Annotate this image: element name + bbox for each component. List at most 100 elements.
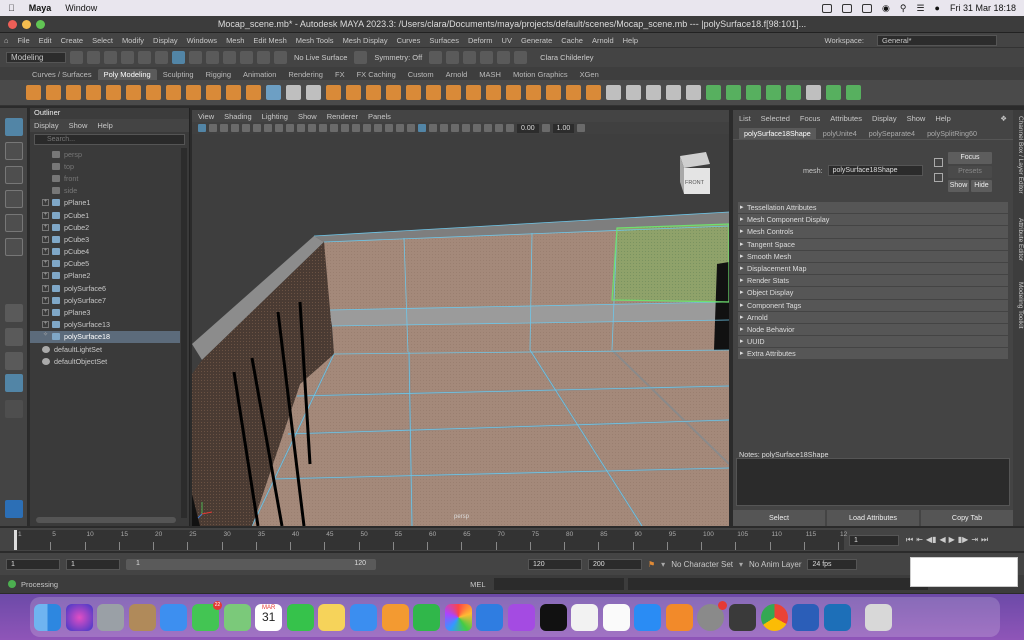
play-forward-icon[interactable]: ▶	[949, 535, 955, 545]
trash-icon[interactable]	[865, 603, 893, 631]
append-polygon-icon[interactable]	[466, 85, 481, 100]
outliner-item-pcube3[interactable]: + pCube3	[30, 233, 180, 245]
ae-menu-focus[interactable]: Focus	[800, 114, 820, 123]
pin-icon[interactable]: ❖	[1000, 114, 1007, 123]
side-tab-modeling-toolkit[interactable]: Modeling Toolkit	[1013, 282, 1024, 329]
outliner-vertical-scrollbar[interactable]	[181, 148, 187, 518]
ambient-occlusion-icon[interactable]	[451, 124, 459, 132]
poly-cone-icon[interactable]	[86, 85, 101, 100]
shelf-tab-poly-modeling[interactable]: Poly Modeling	[97, 69, 157, 80]
camera-select-icon[interactable]	[198, 124, 206, 132]
wifi-icon[interactable]: ◉	[882, 3, 890, 14]
scene-end-field[interactable]: 200	[588, 558, 642, 570]
smooth-shade-icon[interactable]	[352, 124, 360, 132]
news-icon[interactable]	[571, 603, 599, 631]
outliner-menu-help[interactable]: Help	[97, 121, 112, 130]
poly-platonic-icon[interactable]	[166, 85, 181, 100]
user-account-dropdown[interactable]: Clara Childerley	[537, 53, 596, 62]
four-view-icon[interactable]	[5, 328, 23, 346]
presets-button[interactable]: Presets	[948, 166, 992, 178]
target-weld-icon[interactable]	[506, 85, 521, 100]
snap-point-icon[interactable]	[240, 51, 253, 64]
undo-icon[interactable]	[121, 51, 134, 64]
scale-tool-icon[interactable]	[5, 238, 23, 256]
select-object-icon[interactable]	[172, 51, 185, 64]
launchpad-icon[interactable]	[97, 603, 125, 631]
exposure-icon[interactable]	[506, 124, 514, 132]
shelf-tab-fx[interactable]: FX	[329, 69, 351, 80]
section-node-behavior[interactable]: Node Behavior	[738, 323, 1008, 336]
load-attributes-button[interactable]: Load Attributes	[827, 510, 919, 526]
menu-mesh-tools[interactable]: Mesh Tools	[296, 36, 334, 45]
outliner-item-pcube1[interactable]: + pCube1	[30, 209, 180, 221]
command-input[interactable]	[493, 578, 624, 590]
photos-icon[interactable]	[444, 603, 472, 631]
pages-icon[interactable]	[381, 603, 409, 631]
unity-icon[interactable]	[729, 603, 757, 631]
app-store-icon[interactable]	[634, 603, 662, 631]
expand-icon[interactable]: ✧	[42, 332, 49, 340]
step-forward-key-icon[interactable]: ⇥	[971, 535, 978, 545]
notes-icon[interactable]	[318, 603, 346, 631]
section-render-stats[interactable]: Render Stats	[738, 275, 1008, 287]
shelf-tab-rigging[interactable]: Rigging	[200, 69, 237, 80]
bridge-icon[interactable]	[406, 85, 421, 100]
xray-icon[interactable]	[418, 124, 426, 132]
menu-generate[interactable]: Generate	[521, 36, 552, 45]
viewport-menu-panels[interactable]: Panels	[368, 112, 391, 121]
keynote-icon[interactable]	[476, 603, 504, 631]
maya-icon[interactable]	[823, 603, 851, 631]
maps-icon[interactable]	[223, 603, 251, 631]
select-tool-icon[interactable]	[5, 118, 23, 136]
apple-tv-icon[interactable]	[539, 603, 567, 631]
close-button[interactable]	[8, 20, 17, 29]
calendar-icon[interactable]: MAR 31	[255, 603, 283, 631]
go-to-start-icon[interactable]: ⏮	[906, 535, 913, 545]
shelf-tab-arnold[interactable]: Arnold	[440, 69, 474, 80]
planar-map-icon[interactable]	[626, 85, 641, 100]
paint-select-tool-icon[interactable]	[5, 166, 23, 184]
outliner-item-pcube2[interactable]: + pCube2	[30, 221, 180, 233]
fill-hole-icon[interactable]	[446, 85, 461, 100]
clock[interactable]: Fri 31 Mar 18:18	[950, 3, 1016, 13]
redo-icon[interactable]	[138, 51, 151, 64]
wedge-icon[interactable]	[586, 85, 601, 100]
conform-icon[interactable]	[786, 85, 801, 100]
go-to-end-icon[interactable]: ⏭	[981, 535, 988, 545]
outliner-item-persp[interactable]: persp	[30, 148, 180, 160]
ae-tab-polyunite4[interactable]: polyUnite4	[818, 128, 862, 139]
anim-layer-dropdown[interactable]: No Anim Layer	[749, 560, 801, 569]
section-tessellation-attributes[interactable]: Tessellation Attributes	[738, 202, 1008, 214]
poly-cylinder-icon[interactable]	[66, 85, 81, 100]
lasso-tool-icon[interactable]	[5, 142, 23, 160]
step-back-key-icon[interactable]: ⇤	[916, 535, 923, 545]
shelf-tab-curves-surfaces[interactable]: Curves / Surfaces	[26, 69, 98, 80]
app-menu-maya[interactable]: Maya	[29, 3, 52, 13]
shelf-tab-custom[interactable]: Custom	[402, 69, 440, 80]
outliner-item-front[interactable]: front	[30, 172, 180, 184]
section-uuid[interactable]: UUID	[738, 336, 1008, 348]
separate-icon[interactable]	[306, 85, 321, 100]
outliner-menu-display[interactable]: Display	[34, 121, 59, 130]
home-icon[interactable]: ⌂	[4, 36, 9, 45]
menu-deform[interactable]: Deform	[468, 36, 493, 45]
field-chart-icon[interactable]	[308, 124, 316, 132]
section-extra-attributes[interactable]: Extra Attributes	[738, 348, 1008, 360]
system-settings-icon[interactable]	[697, 600, 728, 631]
poly-disc-icon[interactable]	[146, 85, 161, 100]
ipr-render-icon[interactable]	[446, 51, 460, 64]
arnold-render-icon[interactable]	[514, 51, 528, 64]
hypershade-icon[interactable]	[480, 51, 494, 64]
messages-icon[interactable]: 22	[191, 600, 222, 631]
snap-surface-icon[interactable]	[257, 51, 270, 64]
section-tangent-space[interactable]: Tangent Space	[738, 238, 1008, 250]
expand-icon[interactable]: +	[42, 321, 49, 329]
floating-window[interactable]	[910, 557, 1018, 587]
viewport-scene[interactable]: persp FRONT	[192, 134, 729, 526]
menu-create[interactable]: Create	[61, 36, 84, 45]
section-component-tags[interactable]: Component Tags	[738, 299, 1008, 311]
offset-edge-loop-icon[interactable]	[546, 85, 561, 100]
ae-menu-list[interactable]: List	[739, 114, 751, 123]
new-scene-icon[interactable]	[70, 51, 83, 64]
shadows-icon[interactable]	[407, 124, 415, 132]
